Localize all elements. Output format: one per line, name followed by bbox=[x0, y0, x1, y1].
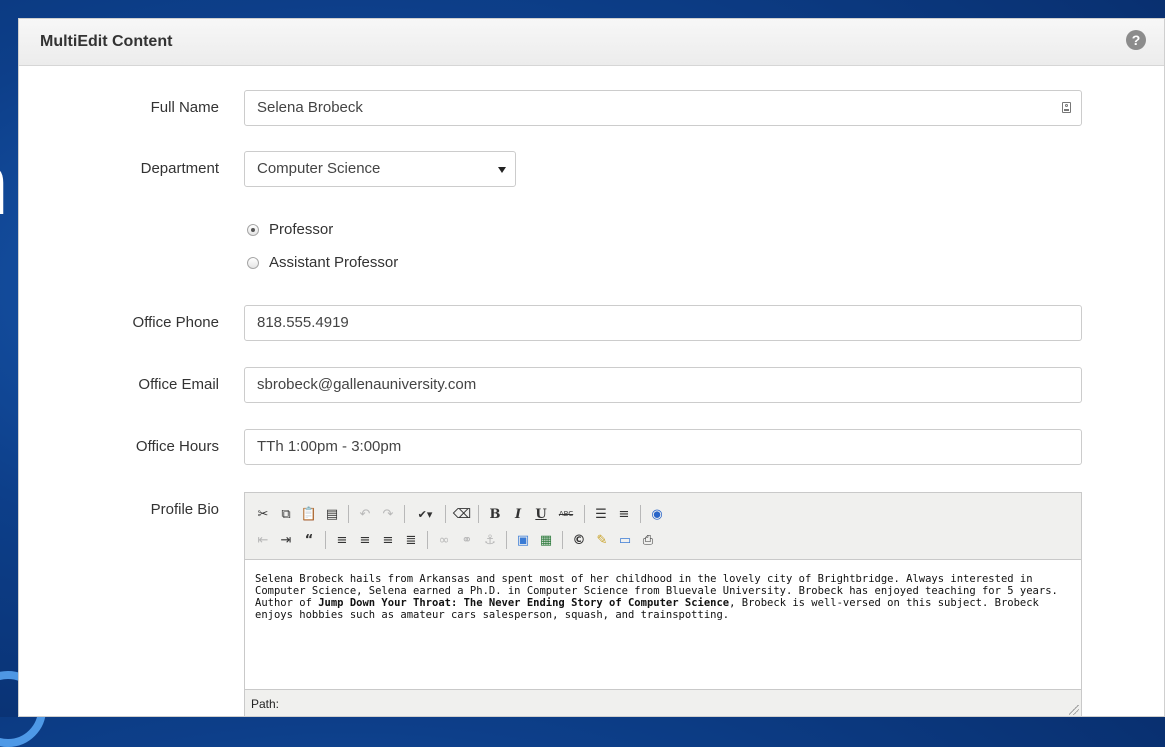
paste-word-icon[interactable]: ▤ bbox=[322, 504, 342, 524]
outdent-icon[interactable]: ⇤ bbox=[253, 530, 273, 550]
radio-option-assistant-professor[interactable]: Assistant Professor bbox=[247, 254, 398, 271]
toolbar-separator bbox=[348, 505, 349, 523]
underline-button[interactable]: U bbox=[531, 504, 551, 524]
media-icon[interactable]: ▦ bbox=[536, 530, 556, 550]
undo-icon[interactable]: ↶ bbox=[355, 504, 375, 524]
print-icon[interactable]: ⎙ bbox=[638, 530, 658, 550]
toolbar-separator bbox=[427, 531, 428, 549]
toolbar-separator bbox=[445, 505, 446, 523]
bio-book-title: Jump Down Your Throat: The Never Ending … bbox=[318, 597, 730, 609]
panel-title: MultiEdit Content bbox=[40, 33, 173, 50]
toolbar-row-1: ✂ ⧉ 📋 ▤ ↶ ↷ ✔▾ ⌫ B I U ABC ☰ ≡ ◉ bbox=[253, 501, 1075, 527]
full-name-label: Full Name bbox=[150, 99, 219, 116]
bullet-list-icon[interactable]: ☰ bbox=[591, 504, 611, 524]
panel-header: MultiEdit Content bbox=[19, 19, 1164, 66]
radio-label-assistant-professor: Assistant Professor bbox=[269, 254, 399, 271]
profile-bio-label: Profile Bio bbox=[150, 501, 219, 518]
editor-statusbar: Path: bbox=[245, 689, 1081, 716]
copy-icon[interactable]: ⧉ bbox=[276, 504, 296, 524]
department-label: Department bbox=[140, 160, 219, 177]
align-right-icon[interactable]: ≡ bbox=[378, 530, 398, 550]
full-name-input[interactable]: Selena Brobeck bbox=[244, 90, 1082, 126]
office-hours-label: Office Hours bbox=[135, 438, 219, 455]
indent-icon[interactable]: ⇥ bbox=[276, 530, 296, 550]
cut-icon[interactable]: ✂ bbox=[253, 504, 273, 524]
editor-content[interactable]: Selena Brobeck hails from Arkansas and s… bbox=[245, 560, 1081, 689]
office-phone-input[interactable]: 818.555.4919 bbox=[244, 305, 1082, 341]
office-hours-value: TTh 1:00pm - 3:00pm bbox=[257, 438, 402, 455]
numbered-list-icon[interactable]: ≡ bbox=[614, 504, 634, 524]
background-text: n bbox=[0, 140, 11, 228]
toolbar-row-2: ⇤ ⇥ “ ≡ ≡ ≡ ≣ ∞ ⚭ ⚓ ▣ ▦ © ✎ ▭ ⎙ bbox=[253, 527, 1075, 553]
office-email-input[interactable]: sbrobeck@gallenauniversity.com bbox=[244, 367, 1082, 403]
toolbar-separator bbox=[562, 531, 563, 549]
toolbar-separator bbox=[640, 505, 641, 523]
html-source-icon[interactable]: ▭ bbox=[615, 530, 635, 550]
office-email-label: Office Email bbox=[138, 376, 219, 393]
toolbar-separator bbox=[404, 505, 405, 523]
office-phone-value: 818.555.4919 bbox=[257, 314, 349, 331]
anchor-icon[interactable]: ⚓ bbox=[480, 530, 500, 550]
eraser-icon[interactable]: ⌫ bbox=[452, 504, 472, 524]
align-center-icon[interactable]: ≡ bbox=[355, 530, 375, 550]
office-hours-input[interactable]: TTh 1:00pm - 3:00pm bbox=[244, 429, 1082, 465]
link-icon[interactable]: ∞ bbox=[434, 530, 454, 550]
dropdown-arrow-icon bbox=[498, 167, 506, 173]
toolbar-separator bbox=[325, 531, 326, 549]
office-phone-label: Office Phone bbox=[132, 314, 219, 331]
radio-option-professor[interactable]: Professor bbox=[247, 221, 333, 238]
align-left-icon[interactable]: ≡ bbox=[332, 530, 352, 550]
multiedit-panel: MultiEdit Content ? Full Name Selena Bro… bbox=[18, 18, 1165, 717]
strikethrough-button[interactable]: ABC bbox=[554, 504, 578, 524]
bold-button[interactable]: B bbox=[485, 504, 505, 524]
editor-toolbar: ✂ ⧉ 📋 ▤ ↶ ↷ ✔▾ ⌫ B I U ABC ☰ ≡ ◉ ⇤ ⇥ “ ≡… bbox=[245, 493, 1081, 560]
toolbar-separator bbox=[478, 505, 479, 523]
align-justify-icon[interactable]: ≣ bbox=[401, 530, 421, 550]
blockquote-icon[interactable]: “ bbox=[299, 530, 319, 550]
path-label: Path: bbox=[251, 697, 280, 711]
radio-label-professor: Professor bbox=[269, 221, 334, 238]
italic-button[interactable]: I bbox=[508, 504, 528, 524]
radio-button-checked[interactable] bbox=[247, 223, 259, 236]
help-circle-icon[interactable]: ◉ bbox=[647, 504, 667, 524]
help-icon[interactable]: ? bbox=[1126, 30, 1146, 50]
department-selected-value: Computer Science bbox=[257, 160, 381, 177]
unlink-icon[interactable]: ⚭ bbox=[457, 530, 477, 550]
toolbar-separator bbox=[506, 531, 507, 549]
cleanup-brush-icon[interactable]: ✎ bbox=[592, 530, 612, 550]
toolbar-separator bbox=[584, 505, 585, 523]
paste-icon[interactable]: 📋 bbox=[299, 504, 319, 524]
department-select[interactable]: Computer Science bbox=[244, 151, 516, 187]
office-email-value: sbrobeck@gallenauniversity.com bbox=[257, 376, 477, 393]
resize-grip-icon[interactable] bbox=[1069, 705, 1079, 715]
copyright-icon[interactable]: © bbox=[569, 530, 589, 550]
rich-text-editor[interactable]: ✂ ⧉ 📋 ▤ ↶ ↷ ✔▾ ⌫ B I U ABC ☰ ≡ ◉ ⇤ ⇥ “ ≡… bbox=[244, 492, 1082, 716]
radio-button[interactable] bbox=[247, 256, 259, 269]
redo-icon[interactable]: ↷ bbox=[378, 504, 398, 524]
spellcheck-icon[interactable]: ✔▾ bbox=[411, 504, 439, 524]
image-icon[interactable]: ▣ bbox=[513, 530, 533, 550]
full-name-value: Selena Brobeck bbox=[257, 99, 363, 116]
contact-card-icon[interactable] bbox=[1062, 102, 1071, 113]
